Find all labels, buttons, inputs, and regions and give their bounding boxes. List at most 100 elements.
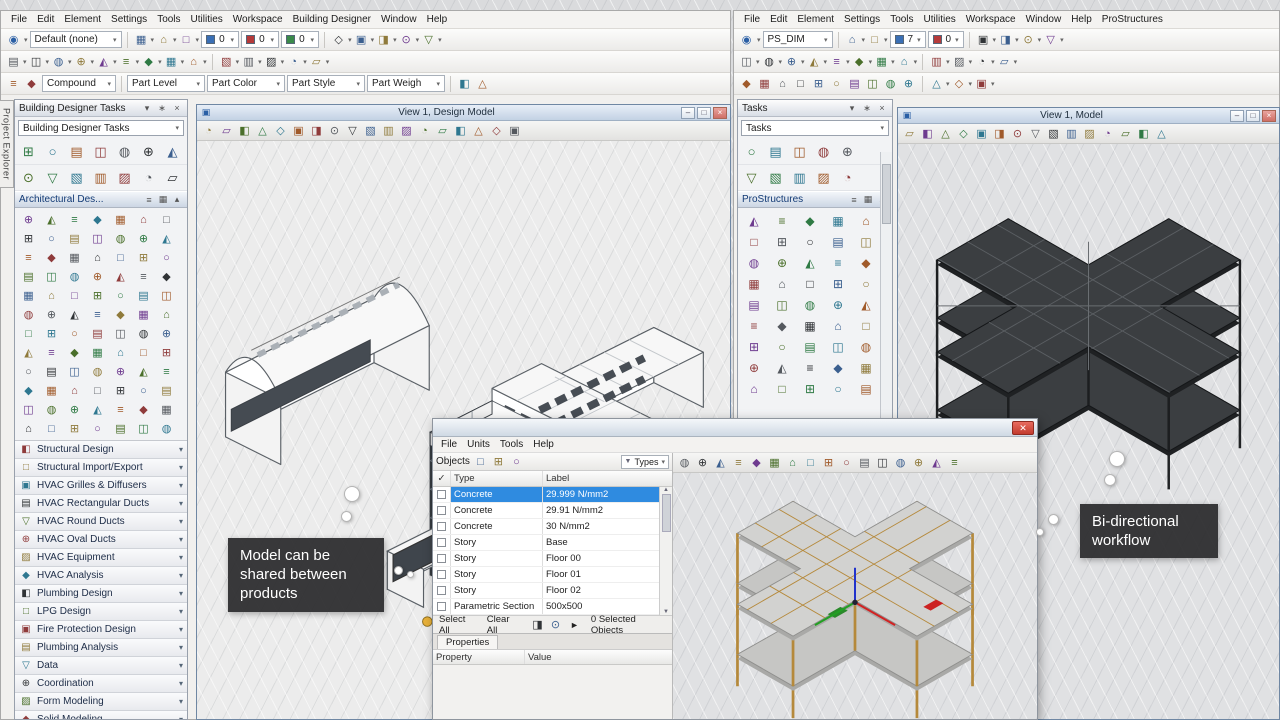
tool-icon[interactable]: ▽ — [344, 123, 361, 139]
tool-icon[interactable]: ◍ — [109, 229, 132, 248]
tool-icon[interactable]: ○ — [796, 231, 824, 252]
tool-icon[interactable]: ▧ — [1045, 126, 1062, 142]
menu-item-element[interactable]: Element — [793, 13, 838, 26]
dropdown-caret-icon[interactable]: ▾ — [884, 36, 888, 44]
table-row[interactable]: Story Floor 01 — [433, 567, 659, 583]
dropdown-caret-icon[interactable]: ▾ — [824, 58, 828, 66]
tool-icon[interactable]: ⊞ — [86, 286, 109, 305]
part-color-dropdown[interactable]: Part Color ▾ — [207, 75, 285, 92]
tool-icon[interactable]: ○ — [852, 273, 880, 294]
tool-icon[interactable]: ⊞ — [810, 76, 827, 92]
dropdown-caret-icon[interactable]: ▾ — [1038, 36, 1042, 44]
tool-icon[interactable]: ≡ — [740, 315, 768, 336]
dropdown-caret-icon[interactable]: ▾ — [891, 58, 895, 66]
value-column-header[interactable]: Value — [525, 650, 672, 664]
dropdown-caret-icon[interactable]: ▾ — [869, 58, 873, 66]
dropdown-caret-icon[interactable]: ▾ — [236, 58, 240, 66]
tool-icon[interactable]: ⌂ — [852, 210, 880, 231]
tool-icon[interactable]: □ — [86, 381, 109, 400]
tool-icon[interactable]: ⌂ — [740, 378, 768, 399]
tool-icon[interactable]: ▦ — [40, 381, 63, 400]
tool-icon[interactable]: ⌂ — [896, 54, 913, 70]
type-column-header[interactable]: Type — [451, 471, 543, 486]
tool-icon[interactable]: ◆ — [852, 252, 880, 273]
table-row[interactable]: Story Floor 02 — [433, 583, 659, 599]
tool-icon[interactable]: ⊕ — [824, 294, 852, 315]
tool-icon[interactable]: ◍ — [740, 252, 768, 273]
row-checkbox[interactable] — [433, 599, 451, 614]
tool-icon[interactable]: ▦ — [133, 32, 150, 48]
tool-icon[interactable]: ⌂ — [768, 273, 796, 294]
menu-item-tools[interactable]: Tools — [153, 13, 184, 26]
menu-item-window[interactable]: Window — [1022, 13, 1066, 26]
tool-icon[interactable]: ◆ — [86, 210, 109, 229]
task-group-coordination[interactable]: ⊕ Coordination ▾ — [15, 675, 187, 693]
tool-icon[interactable]: ▽ — [1027, 126, 1044, 142]
tool-icon[interactable]: ⊕ — [740, 357, 768, 378]
tool-icon[interactable]: ◔ — [837, 168, 858, 188]
tool-icon[interactable]: ▧ — [66, 168, 87, 188]
close-button[interactable]: × — [713, 106, 727, 119]
dropdown-caret-icon[interactable]: ▾ — [946, 58, 950, 66]
table-row[interactable]: Story Base — [433, 535, 659, 551]
part-level-dropdown[interactable]: Part Level ▾ — [127, 75, 205, 92]
tool-icon[interactable]: ▽ — [420, 32, 437, 48]
app-primary-icon[interactable]: ◉ — [5, 32, 22, 48]
tool-icon[interactable]: ▣ — [353, 32, 370, 48]
tool-icon[interactable]: ▱ — [901, 126, 918, 142]
tool-icon[interactable]: ≡ — [5, 76, 22, 92]
dropdown-caret-icon[interactable]: ▾ — [371, 36, 375, 44]
view-menu-icon[interactable]: ▣ — [200, 105, 212, 121]
tool-icon[interactable]: □ — [178, 32, 195, 48]
tool-icon[interactable]: △ — [1153, 126, 1170, 142]
color-dropdown[interactable]: 0 ▾ — [241, 31, 280, 48]
tool-icon[interactable]: △ — [928, 76, 945, 92]
tool-icon[interactable]: ▤ — [66, 142, 87, 162]
tool-icon[interactable]: ⊙ — [1009, 126, 1026, 142]
tool-icon[interactable]: ○ — [132, 381, 155, 400]
tool-icon[interactable]: □ — [472, 454, 489, 470]
dropdown-caret-icon[interactable]: ▾ — [416, 36, 420, 44]
tool-icon[interactable]: ⊕ — [109, 362, 132, 381]
tool-icon[interactable]: ⊕ — [86, 267, 109, 286]
close-icon[interactable]: × — [171, 103, 183, 113]
tool-icon[interactable]: ◫ — [789, 142, 810, 162]
property-column-header[interactable]: Property — [433, 650, 525, 664]
chevron-down-icon[interactable]: ▾ — [141, 103, 153, 114]
tool-icon[interactable]: ▽ — [741, 168, 762, 188]
dropdown-caret-icon[interactable]: ▾ — [91, 58, 95, 66]
tool-icon[interactable]: ◆ — [155, 267, 178, 286]
tool-icon[interactable]: ⊙ — [547, 617, 564, 633]
tool-icon[interactable]: ▦ — [756, 76, 773, 92]
tool-icon[interactable]: ◇ — [955, 126, 972, 142]
menu-item-help[interactable]: Help — [529, 438, 558, 451]
tool-icon[interactable]: ◭ — [40, 210, 63, 229]
tool-icon[interactable]: ⊞ — [796, 378, 824, 399]
tool-icon[interactable]: ◭ — [712, 455, 729, 471]
menu-item-file[interactable]: File — [437, 438, 461, 451]
dropdown-caret-icon[interactable]: ▾ — [757, 36, 761, 44]
tool-icon[interactable]: ◆ — [851, 54, 868, 70]
tasks-selector[interactable]: Building Designer Tasks ▾ — [18, 120, 184, 136]
dropdown-caret-icon[interactable]: ▾ — [993, 36, 997, 44]
tool-icon[interactable]: ▨ — [263, 54, 280, 70]
tool-icon[interactable]: ▤ — [740, 294, 768, 315]
tool-icon[interactable]: ▤ — [5, 54, 22, 70]
task-group-hvac-analysis[interactable]: ◆ HVAC Analysis ▾ — [15, 567, 187, 585]
task-group-form-modeling[interactable]: ▨ Form Modeling ▾ — [15, 693, 187, 711]
view-list-icon[interactable]: ≡ — [848, 195, 860, 205]
tool-icon[interactable]: ◍ — [892, 455, 909, 471]
tool-icon[interactable]: ▥ — [928, 54, 945, 70]
tool-icon[interactable]: □ — [17, 324, 40, 343]
pointer-icon[interactable]: ► — [570, 620, 579, 630]
tool-icon[interactable]: ≡ — [40, 343, 63, 362]
tool-icon[interactable]: △ — [470, 123, 487, 139]
tool-icon[interactable]: ⊙ — [326, 123, 343, 139]
tool-icon[interactable]: ◆ — [738, 76, 755, 92]
select-all-checkbox-header[interactable]: ✓ — [433, 471, 451, 486]
tool-icon[interactable]: ◨ — [997, 32, 1014, 48]
table-scrollbar[interactable]: ▲ ▼ — [659, 487, 672, 615]
menu-item-workspace[interactable]: Workspace — [229, 13, 287, 26]
tool-icon[interactable]: ▦ — [63, 248, 86, 267]
tool-icon[interactable]: ◭ — [63, 305, 86, 324]
